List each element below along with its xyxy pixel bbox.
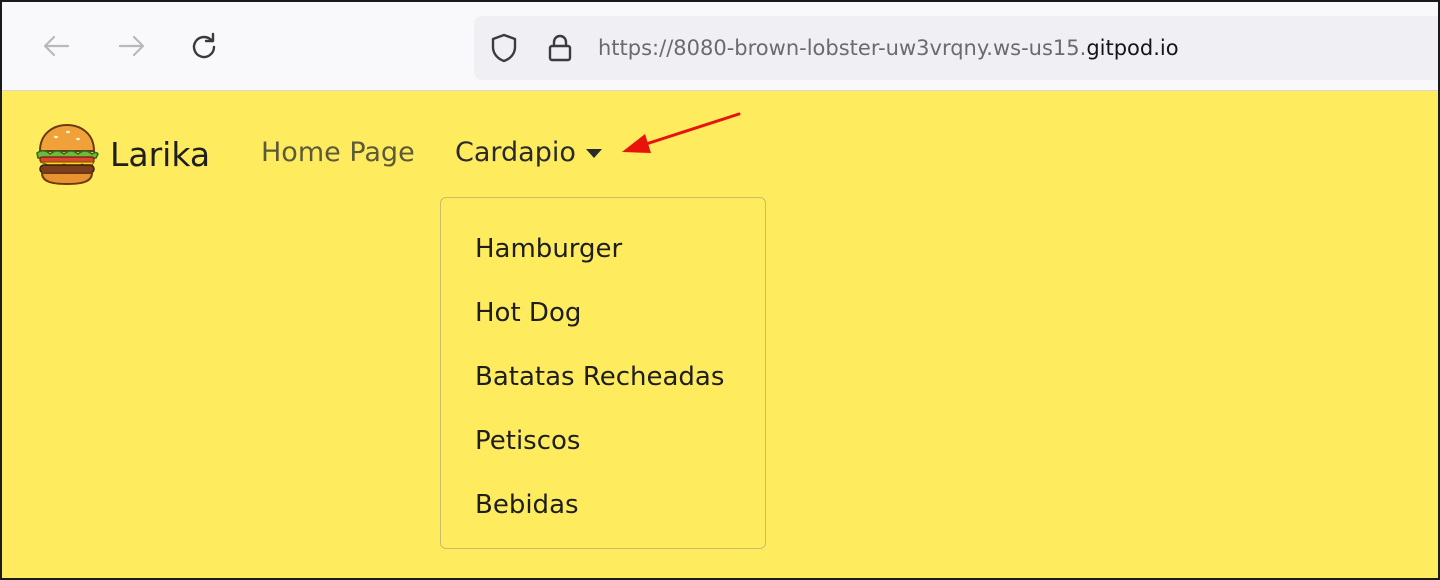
caret-down-icon [585,148,602,158]
dropdown-item-batatas-recheadas[interactable]: Batatas Recheadas [475,360,724,394]
lock-icon[interactable] [544,32,576,64]
hamburger-logo-icon [36,123,99,186]
browser-window: https://8080-brown-lobster-uw3vrqny.ws-u… [0,0,1440,580]
address-bar[interactable]: https://8080-brown-lobster-uw3vrqny.ws-u… [474,16,1438,80]
annotation-arrow-icon [622,112,741,153]
nav-dropdown-cardapio[interactable]: Cardapio [455,135,602,171]
url-prefix: https://8080-brown-lobster-uw3vrqny.ws-u… [598,36,1087,60]
nav-link-home[interactable]: Home Page [261,135,415,171]
shield-icon[interactable] [488,32,520,64]
dropdown-item-bebidas[interactable]: Bebidas [475,488,579,522]
url-text[interactable]: https://8080-brown-lobster-uw3vrqny.ws-u… [598,34,1179,62]
page-content: Larika Home Page Cardapio Hamburger Hot … [2,91,1438,578]
dropdown-item-hamburger[interactable]: Hamburger [475,232,622,266]
dropdown-item-hot-dog[interactable]: Hot Dog [475,296,581,330]
nav-dropdown-label: Cardapio [455,137,576,168]
dropdown-item-petiscos[interactable]: Petiscos [475,424,580,458]
browser-toolbar: https://8080-brown-lobster-uw3vrqny.ws-u… [2,2,1438,91]
forward-arrow-icon[interactable] [110,24,154,68]
brand-name: Larika [110,134,211,174]
back-arrow-icon[interactable] [34,24,78,68]
reload-icon[interactable] [182,24,226,68]
navbar-brand[interactable]: Larika [34,119,210,189]
url-domain: gitpod.io [1086,36,1179,60]
dropdown-menu: Hamburger Hot Dog Batatas Recheadas Peti… [440,197,766,549]
